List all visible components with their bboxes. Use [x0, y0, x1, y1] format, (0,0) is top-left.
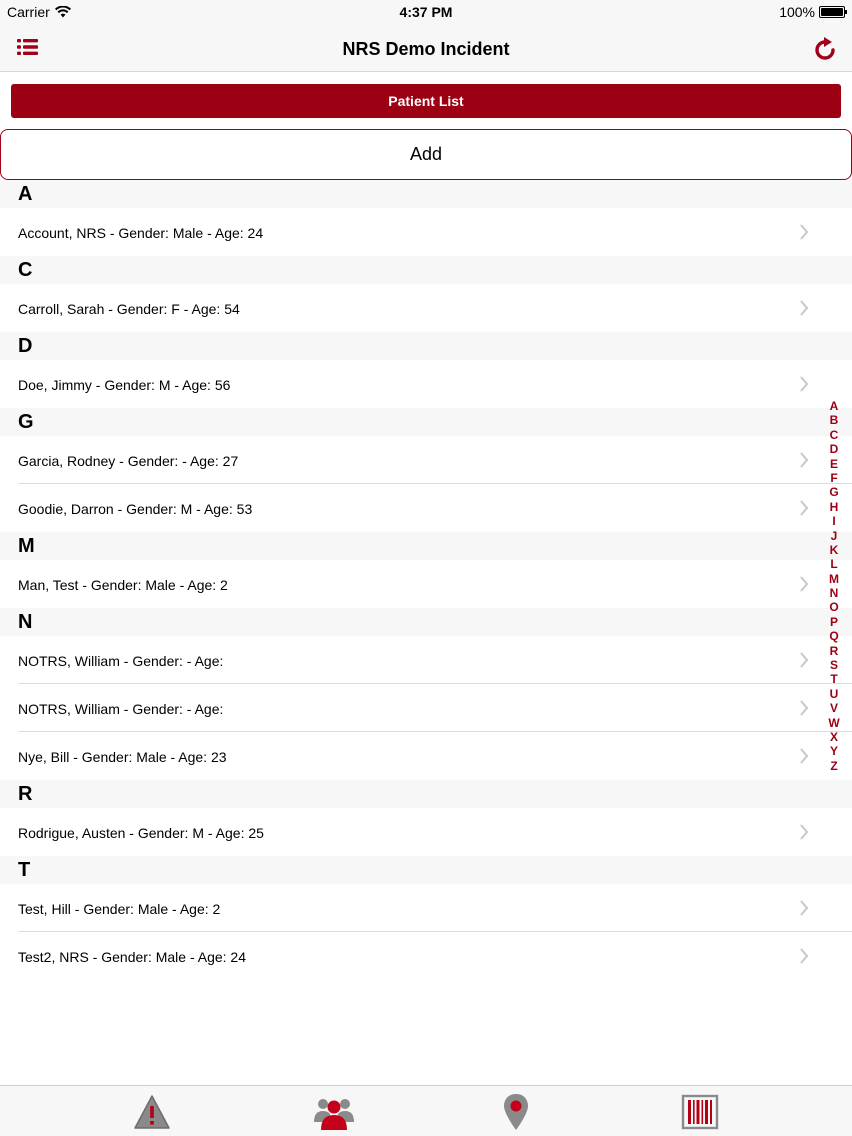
- patients-icon[interactable]: [314, 1092, 354, 1132]
- patient-list: A Account, NRS - Gender: Male - Age: 24 C C…: [0, 180, 852, 980]
- patient-row-label: Man, Test - Gender: Male - Age: 2: [18, 577, 228, 593]
- index-letter[interactable]: N: [825, 586, 843, 600]
- index-letter[interactable]: A: [825, 399, 843, 413]
- chevron-right-icon: [800, 700, 809, 716]
- index-letter[interactable]: P: [825, 615, 843, 629]
- chevron-right-icon: [800, 748, 809, 764]
- chevron-right-icon: [800, 948, 809, 964]
- patient-list-segment[interactable]: Patient List: [11, 84, 841, 118]
- chevron-right-icon: [800, 900, 809, 916]
- patient-row[interactable]: NOTRS, William - Gender: - Age:: [0, 636, 852, 684]
- tab-bar: [0, 1085, 852, 1136]
- battery-status: 100%: [779, 4, 847, 20]
- index-letter[interactable]: W: [825, 716, 843, 730]
- index-letter[interactable]: E: [825, 457, 843, 471]
- section-header: M: [0, 532, 852, 560]
- battery-percent: 100%: [779, 4, 815, 20]
- index-letter[interactable]: M: [825, 572, 843, 586]
- index-letter[interactable]: Q: [825, 629, 843, 643]
- index-letter[interactable]: L: [825, 557, 843, 571]
- patient-row-label: NOTRS, William - Gender: - Age:: [18, 701, 224, 717]
- section-header: N: [0, 608, 852, 636]
- patient-row-label: Account, NRS - Gender: Male - Age: 24: [18, 225, 264, 241]
- clock: 4:37 PM: [399, 4, 453, 20]
- location-pin-icon[interactable]: [496, 1092, 536, 1132]
- section-header: C: [0, 256, 852, 284]
- refresh-icon[interactable]: [814, 37, 836, 61]
- index-letter[interactable]: U: [825, 687, 843, 701]
- patient-row[interactable]: Garcia, Rodney - Gender: - Age: 27: [0, 436, 852, 484]
- section-header: T: [0, 856, 852, 884]
- add-button[interactable]: Add: [0, 129, 852, 180]
- section-header: G: [0, 408, 852, 436]
- patient-row-label: Doe, Jimmy - Gender: M - Age: 56: [18, 377, 231, 393]
- index-letter[interactable]: G: [825, 485, 843, 499]
- index-letter[interactable]: B: [825, 413, 843, 427]
- index-letter[interactable]: J: [825, 529, 843, 543]
- chevron-right-icon: [800, 452, 809, 468]
- status-bar: Carrier 4:37 PM 100%: [0, 0, 852, 24]
- patient-row[interactable]: Test, Hill - Gender: Male - Age: 2: [0, 884, 852, 932]
- index-letter[interactable]: V: [825, 701, 843, 715]
- index-letter[interactable]: T: [825, 672, 843, 686]
- section-header: A: [0, 180, 852, 208]
- index-letter[interactable]: K: [825, 543, 843, 557]
- section-header: D: [0, 332, 852, 360]
- index-letter[interactable]: O: [825, 600, 843, 614]
- alphabet-index[interactable]: ABCDEFGHIJKLMNOPQRSTUVWXYZ: [825, 399, 843, 773]
- index-letter[interactable]: R: [825, 644, 843, 658]
- battery-icon: [819, 6, 847, 18]
- patient-row-label: Rodrigue, Austen - Gender: M - Age: 25: [18, 825, 264, 841]
- section-header: R: [0, 780, 852, 808]
- navigation-bar: NRS Demo Incident: [0, 24, 852, 72]
- index-letter[interactable]: D: [825, 442, 843, 456]
- patient-row[interactable]: Account, NRS - Gender: Male - Age: 24: [0, 208, 852, 256]
- chevron-right-icon: [800, 376, 809, 392]
- patient-row-label: Nye, Bill - Gender: Male - Age: 23: [18, 749, 227, 765]
- index-letter[interactable]: Y: [825, 744, 843, 758]
- patient-row-label: Carroll, Sarah - Gender: F - Age: 54: [18, 301, 240, 317]
- index-letter[interactable]: H: [825, 500, 843, 514]
- patient-row[interactable]: Carroll, Sarah - Gender: F - Age: 54: [0, 284, 852, 332]
- index-letter[interactable]: I: [825, 514, 843, 528]
- index-letter[interactable]: C: [825, 428, 843, 442]
- patient-row-label: Goodie, Darron - Gender: M - Age: 53: [18, 501, 253, 517]
- patient-row[interactable]: Nye, Bill - Gender: Male - Age: 23: [0, 732, 852, 780]
- page-title: NRS Demo Incident: [342, 39, 510, 59]
- chevron-right-icon: [800, 224, 809, 240]
- barcode-icon[interactable]: [680, 1092, 720, 1132]
- patient-row[interactable]: Doe, Jimmy - Gender: M - Age: 56: [0, 360, 852, 408]
- patient-row[interactable]: Rodrigue, Austen - Gender: M - Age: 25: [0, 808, 852, 856]
- chevron-right-icon: [800, 300, 809, 316]
- patient-row-label: Garcia, Rodney - Gender: - Age: 27: [18, 453, 239, 469]
- patient-row[interactable]: NOTRS, William - Gender: - Age:: [0, 684, 852, 732]
- warning-icon[interactable]: [132, 1092, 172, 1132]
- chevron-right-icon: [800, 652, 809, 668]
- chevron-right-icon: [800, 500, 809, 516]
- patient-row-label: Test2, NRS - Gender: Male - Age: 24: [18, 949, 246, 965]
- index-letter[interactable]: Z: [825, 759, 843, 773]
- patient-row-label: Test, Hill - Gender: Male - Age: 2: [18, 901, 221, 917]
- patient-row[interactable]: Test2, NRS - Gender: Male - Age: 24: [0, 932, 852, 980]
- index-letter[interactable]: S: [825, 658, 843, 672]
- patient-row[interactable]: Goodie, Darron - Gender: M - Age: 53: [0, 484, 852, 532]
- chevron-right-icon: [800, 824, 809, 840]
- patient-row-label: NOTRS, William - Gender: - Age:: [18, 653, 224, 669]
- index-letter[interactable]: F: [825, 471, 843, 485]
- index-letter[interactable]: X: [825, 730, 843, 744]
- patient-row[interactable]: Man, Test - Gender: Male - Age: 2: [0, 560, 852, 608]
- chevron-right-icon: [800, 576, 809, 592]
